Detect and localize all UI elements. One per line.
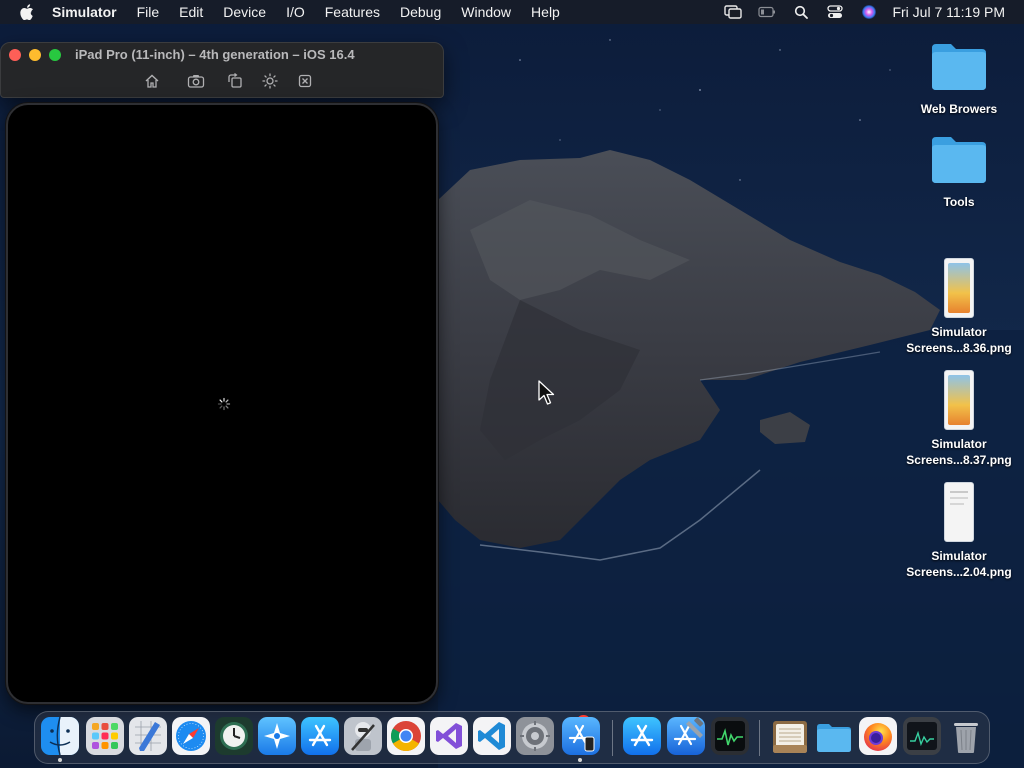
appearance-icon[interactable] (259, 71, 281, 91)
image-thumbnail-icon (944, 370, 974, 430)
vscode-icon[interactable] (473, 717, 511, 755)
desktop-item-label-line2: Screens...8.37.png (906, 453, 1012, 467)
trash-icon[interactable] (947, 717, 985, 755)
apple-logo-icon[interactable] (18, 3, 36, 21)
folder-icon (932, 137, 986, 183)
simulator-window-titlebar[interactable]: iPad Pro (11-inch) – 4th generation – iO… (0, 42, 444, 98)
finder-icon[interactable] (41, 717, 79, 755)
running-indicator (578, 758, 582, 762)
desktop-item-label-line1: Simulator (931, 325, 987, 339)
archive-utility-icon[interactable] (771, 717, 809, 755)
activity-monitor-icon[interactable] (711, 717, 749, 755)
running-indicator (58, 758, 62, 762)
downloads-folder-icon[interactable] (815, 717, 853, 755)
image-thumbnail-icon (944, 258, 974, 318)
app-store-icon[interactable] (301, 717, 339, 755)
launchpad-icon[interactable] (86, 717, 124, 755)
desktop-item-label-line2: Screens...8.36.png (906, 341, 1012, 355)
battery-icon[interactable] (750, 0, 784, 24)
close-device-icon[interactable] (294, 71, 316, 91)
dock-separator (759, 720, 760, 756)
menubar-clock[interactable]: Fri Jul 7 11:19 PM (886, 4, 1024, 20)
testflight-icon[interactable] (258, 717, 296, 755)
desktop-item-label: Tools (943, 195, 975, 209)
dock-separator (612, 720, 613, 756)
menu-io[interactable]: I/O (276, 0, 315, 24)
desktop-folder-web-browsers[interactable]: Web Browers (897, 40, 1021, 117)
menu-features[interactable]: Features (315, 0, 390, 24)
app-store-icon-2[interactable] (623, 717, 661, 755)
control-center-icon[interactable] (818, 0, 852, 24)
visual-studio-icon[interactable] (430, 717, 468, 755)
sketch-pencil-icon[interactable] (129, 717, 167, 755)
spotlight-search-icon[interactable] (784, 0, 818, 24)
loading-spinner-icon (217, 397, 231, 411)
mouse-cursor-icon (538, 380, 555, 405)
menu-window[interactable]: Window (451, 0, 521, 24)
chrome-icon[interactable] (387, 717, 425, 755)
siri-icon[interactable] (852, 0, 886, 24)
desktop-file-screenshot-2[interactable]: Simulator Screens...8.37.png (897, 370, 1021, 468)
ipad-simulator-screen[interactable] (6, 103, 438, 704)
menu-bar: Simulator File Edit Device I/O Features … (0, 0, 1024, 24)
window-close-button[interactable] (9, 49, 21, 61)
dock: 2 (34, 711, 990, 764)
desktop-folder-tools[interactable]: Tools (897, 133, 1021, 210)
image-thumbnail-icon (944, 482, 974, 542)
desktop-file-screenshot-3[interactable]: Simulator Screens...2.04.png (897, 482, 1021, 580)
firefox-icon[interactable] (859, 717, 897, 755)
time-machine-icon[interactable] (215, 717, 253, 755)
menu-app-name[interactable]: Simulator (48, 0, 127, 24)
desktop-item-label-line1: Simulator (931, 437, 987, 451)
window-zoom-button[interactable] (49, 49, 61, 61)
system-settings-icon[interactable] (516, 717, 554, 755)
desktop-item-label-line1: Simulator (931, 549, 987, 563)
safari-icon[interactable] (172, 717, 210, 755)
simulator-window-title: iPad Pro (11-inch) – 4th generation – iO… (75, 47, 355, 62)
menu-device[interactable]: Device (213, 0, 276, 24)
folder-icon (932, 44, 986, 90)
desktop-item-label-line2: Screens...2.04.png (906, 565, 1012, 579)
screenshot-icon[interactable] (185, 71, 207, 91)
screen-mirroring-icon[interactable] (716, 0, 750, 24)
window-minimize-button[interactable] (29, 49, 41, 61)
menu-edit[interactable]: Edit (169, 0, 213, 24)
menu-debug[interactable]: Debug (390, 0, 451, 24)
xcode-icon[interactable] (667, 717, 705, 755)
status-area: Fri Jul 7 11:19 PM (716, 0, 1024, 24)
desktop-item-label: Web Browers (920, 102, 998, 116)
menu-file[interactable]: File (127, 0, 170, 24)
rotate-icon[interactable] (224, 71, 246, 91)
simulator-icon[interactable] (562, 717, 600, 755)
home-icon[interactable] (141, 71, 163, 91)
console-icon[interactable] (903, 717, 941, 755)
desktop-file-screenshot-1[interactable]: Simulator Screens...8.36.png (897, 258, 1021, 356)
menu-help[interactable]: Help (521, 0, 570, 24)
automator-icon[interactable] (344, 717, 382, 755)
